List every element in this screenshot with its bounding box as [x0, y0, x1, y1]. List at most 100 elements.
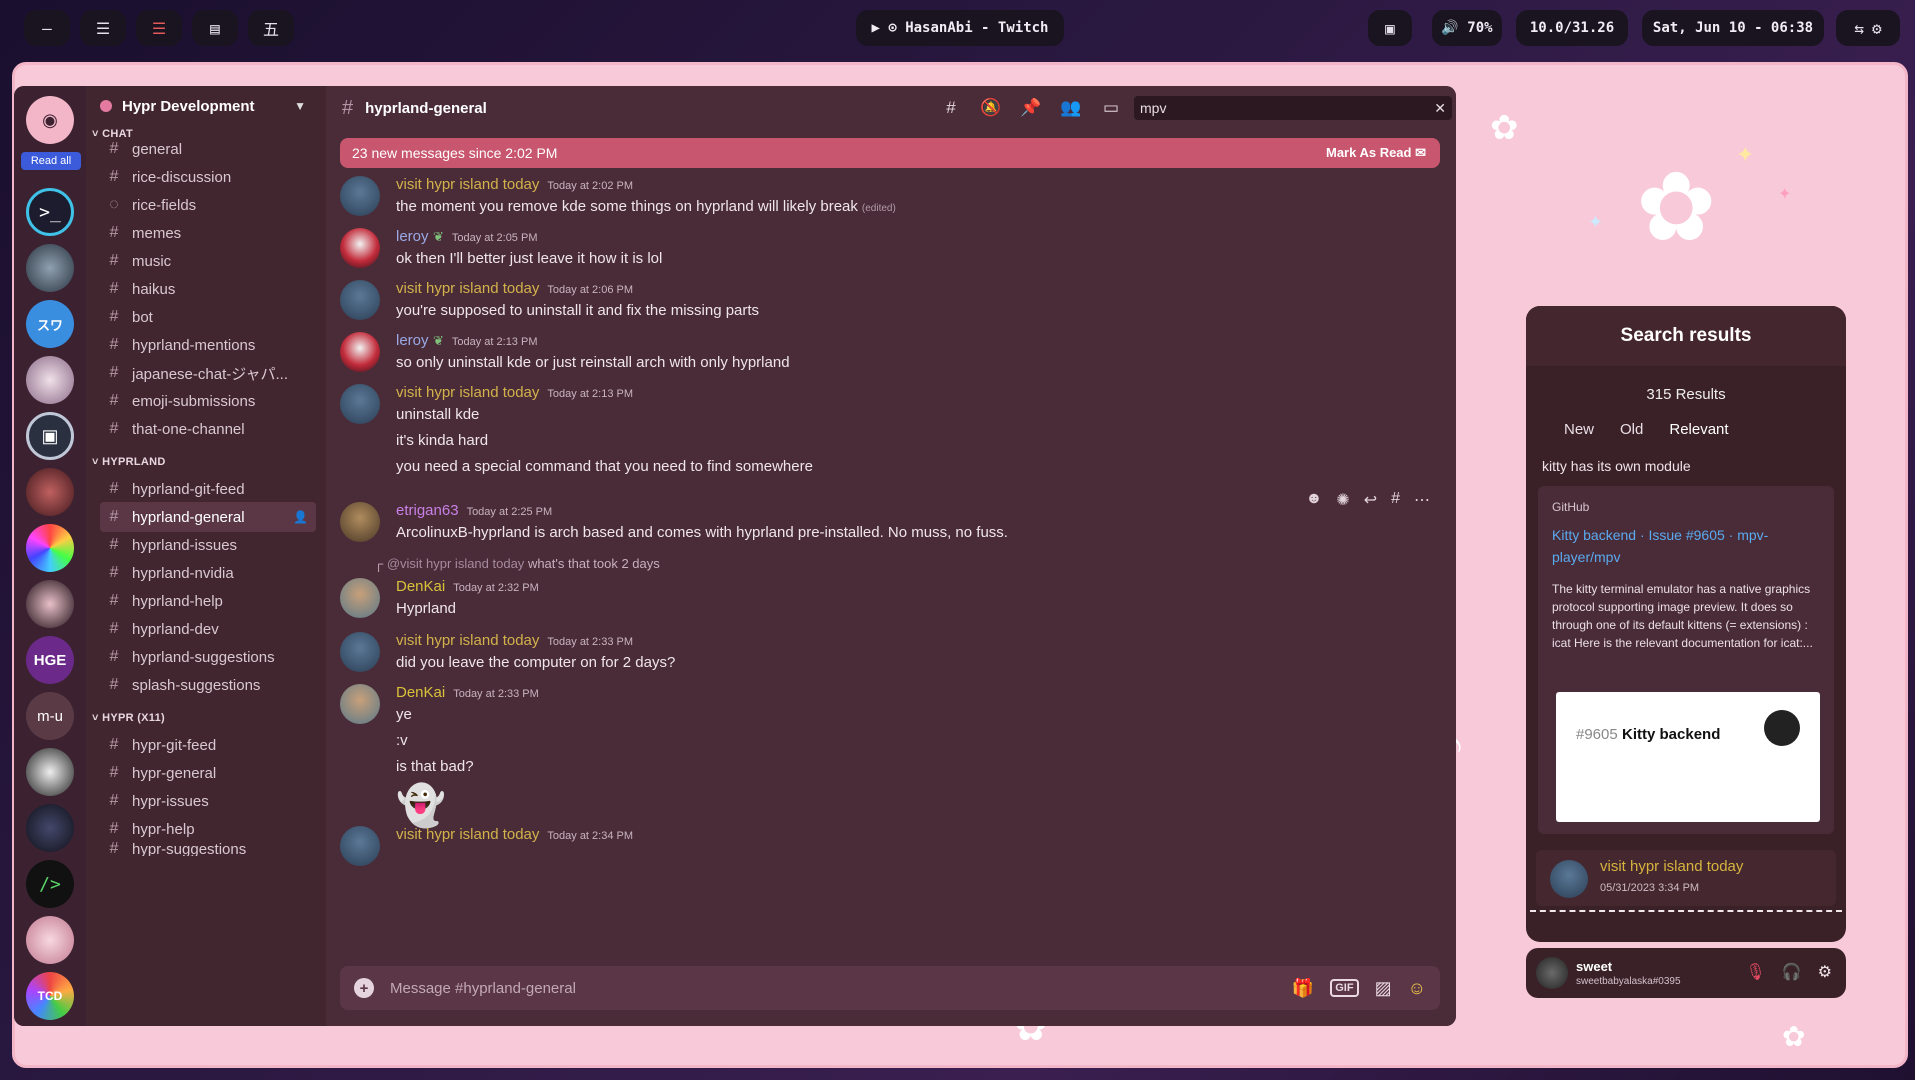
avatar[interactable]	[340, 176, 380, 216]
add-attachment-icon[interactable]: +	[354, 978, 374, 998]
avatar[interactable]	[340, 502, 380, 542]
result-author[interactable]: visit hypr island today 05/31/2023 3:34 …	[1536, 850, 1836, 906]
dark-girl-server-icon[interactable]	[26, 580, 74, 628]
avatar[interactable]	[340, 578, 380, 618]
mask-server-icon[interactable]	[26, 748, 74, 796]
username[interactable]: visit hypr island today	[396, 384, 539, 401]
close-icon[interactable]: ✕	[1434, 100, 1446, 117]
channel-rice-discussion[interactable]: # rice-discussion	[100, 162, 316, 192]
avatar[interactable]	[340, 228, 380, 268]
embed-image[interactable]: #9605 Kitty backend	[1556, 692, 1820, 822]
avatar[interactable]	[340, 632, 380, 672]
avatar[interactable]	[340, 384, 380, 424]
create-thread-icon[interactable]: #	[1391, 490, 1400, 510]
workspace-button-5[interactable]: 五	[248, 10, 294, 46]
book-server-icon[interactable]: ▣	[26, 412, 74, 460]
sticker-icon[interactable]: ▨	[1375, 978, 1392, 999]
embed-title-link[interactable]: Kitty backend · Issue #9605 · mpv-player…	[1552, 524, 1820, 568]
terminal-server-icon[interactable]: >_	[26, 188, 74, 236]
category-hypr-x11[interactable]: ˅ HYPR (X11)	[92, 712, 165, 724]
channel-hypr-help[interactable]: # hypr-help	[100, 814, 316, 844]
su-server-icon[interactable]: スワ	[26, 300, 74, 348]
super-reaction-icon[interactable]: ✺	[1336, 490, 1349, 510]
mic-muted-icon[interactable]: 🎙	[1745, 962, 1765, 982]
discord-home-icon[interactable]: ◉	[26, 96, 74, 144]
avatar[interactable]	[340, 826, 380, 866]
avatar[interactable]	[340, 684, 380, 724]
channel-japanese-chat[interactable]: # japanese-chat-ジャパ...	[100, 358, 316, 388]
search-input[interactable]	[1140, 100, 1435, 116]
gear-icon[interactable]: ⚙	[1818, 962, 1832, 982]
anime-girl-server-icon[interactable]	[26, 356, 74, 404]
channel-hyprland-git-feed[interactable]: # hyprland-git-feed	[100, 474, 316, 504]
gif-icon[interactable]: GIF	[1330, 979, 1359, 997]
channel-bot[interactable]: # bot	[100, 302, 316, 332]
channel-hyprland-general[interactable]: # hyprland-general 👤	[100, 502, 316, 532]
channel-hypr-suggestions[interactable]: # hypr-suggestions	[100, 842, 316, 856]
pin-icon[interactable]: 📌	[1018, 98, 1044, 118]
channel-haikus[interactable]: # haikus	[100, 274, 316, 304]
eye-server-icon[interactable]	[26, 244, 74, 292]
channel-hypr-git-feed[interactable]: # hypr-git-feed	[100, 730, 316, 760]
channel-general[interactable]: # general	[100, 134, 316, 164]
color-wheel-server-icon[interactable]	[26, 524, 74, 572]
tray-icon[interactable]: ▣	[1368, 10, 1412, 46]
channel-splash-suggestions[interactable]: # splash-suggestions	[100, 670, 316, 700]
channel-hypr-general[interactable]: # hypr-general	[100, 758, 316, 788]
mute-bell-icon[interactable]: 🔕	[978, 98, 1004, 118]
portrait-server-icon[interactable]	[26, 468, 74, 516]
workspace-button-1[interactable]: —	[24, 10, 70, 46]
avatar[interactable]	[340, 332, 380, 372]
category-hyprland[interactable]: ˅ HYPRLAND	[92, 456, 166, 468]
pink-hair-server-icon[interactable]	[26, 916, 74, 964]
channel-hyprland-nvidia[interactable]: # hyprland-nvidia	[100, 558, 316, 588]
workspace-button-4[interactable]: ▤	[192, 10, 238, 46]
username[interactable]: etrigan63	[396, 502, 459, 519]
guild-header[interactable]: Hypr Development ▼	[86, 86, 326, 126]
link-embed[interactable]: GitHub Kitty backend · Issue #9605 · mpv…	[1538, 486, 1834, 834]
channel-hypr-issues[interactable]: # hypr-issues	[100, 786, 316, 816]
workspace-button-2[interactable]: ☰	[80, 10, 126, 46]
tab-relevant[interactable]: Relevant	[1669, 421, 1728, 438]
username[interactable]: DenKai	[396, 684, 445, 701]
headphones-icon[interactable]: 🎧	[1782, 962, 1802, 982]
search-box[interactable]: ✕	[1134, 96, 1452, 120]
new-messages-bar[interactable]: 23 new messages since 2:02 PM Mark As Re…	[340, 138, 1440, 168]
channel-hyprland-help[interactable]: # hyprland-help	[100, 586, 316, 616]
channel-hyprland-dev[interactable]: # hyprland-dev	[100, 614, 316, 644]
username[interactable]: visit hypr island today	[396, 280, 539, 297]
channel-rice-fields[interactable]: ◌ rice-fields	[100, 190, 316, 220]
username[interactable]: visit hypr island today	[396, 176, 539, 193]
hyprland-server-icon[interactable]: />	[26, 860, 74, 908]
username[interactable]: visit hypr island today	[396, 632, 539, 649]
username[interactable]: visit hypr island today	[396, 826, 539, 843]
emoji-icon[interactable]: ☺	[1408, 978, 1426, 999]
more-icon[interactable]: ⋯	[1414, 490, 1430, 510]
channel-hyprland-issues[interactable]: # hyprland-issues	[100, 530, 316, 560]
mark-as-read-button[interactable]: Mark As Read ✉	[1326, 145, 1426, 161]
swap-icon[interactable]: ⇆	[1854, 19, 1864, 38]
username[interactable]: DenKai	[396, 578, 445, 595]
ghost-sticker-icon[interactable]: 👻	[396, 782, 446, 829]
add-member-icon[interactable]: 👤	[293, 510, 308, 524]
user-avatar[interactable]	[1536, 957, 1568, 989]
hge-server-icon[interactable]: HGE	[26, 636, 74, 684]
reply-icon[interactable]: ↩	[1364, 490, 1377, 510]
inbox-icon[interactable]: ▭	[1098, 98, 1124, 118]
members-icon[interactable]: 👥	[1058, 98, 1084, 118]
tab-old[interactable]: Old	[1620, 421, 1643, 438]
m-u-server-icon[interactable]: m-u	[26, 692, 74, 740]
read-all-button[interactable]: Read all	[21, 152, 81, 170]
gift-icon[interactable]: 🎁	[1292, 978, 1314, 999]
username[interactable]: leroy	[396, 332, 429, 349]
channel-hyprland-mentions[interactable]: # hyprland-mentions	[100, 330, 316, 360]
add-reaction-icon[interactable]: ☻	[1305, 490, 1322, 510]
channel-music[interactable]: # music	[100, 246, 316, 276]
channel-hyprland-suggestions[interactable]: # hyprland-suggestions	[100, 642, 316, 672]
tcd-server-icon[interactable]: TCD	[26, 972, 74, 1020]
reply-reference[interactable]: ┌ @visit hypr island today what's that t…	[374, 556, 660, 571]
dark-server-icon[interactable]	[26, 804, 74, 852]
power-tray[interactable]: ⇆ ⚙	[1836, 10, 1900, 46]
settings-icon[interactable]: ⚙	[1872, 19, 1882, 38]
avatar[interactable]	[340, 280, 380, 320]
